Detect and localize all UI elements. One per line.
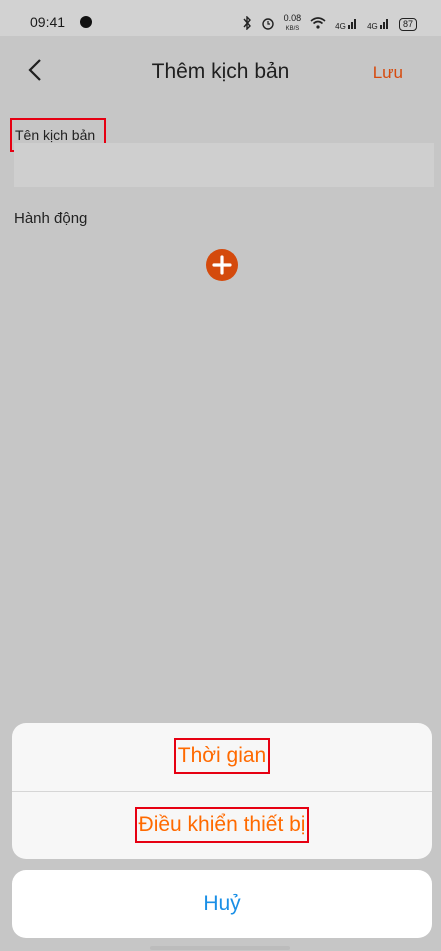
action-label: Hành động: [14, 210, 88, 227]
status-time: 09:41: [30, 14, 66, 30]
battery-icon: 87: [398, 17, 417, 31]
sheet-option-time[interactable]: Thời gian: [12, 723, 432, 791]
signal-icon-1: 4G: [335, 17, 358, 31]
sheet-option-time-label: Thời gian: [173, 738, 271, 774]
net-speed-unit: KB/S: [285, 26, 300, 32]
status-icons: 0.08 KB/S 4G 4G 87: [242, 14, 417, 34]
sheet-option-device-control[interactable]: Điều khiển thiết bị: [12, 791, 432, 859]
scenario-name-input[interactable]: [14, 143, 434, 187]
add-action-button[interactable]: [206, 249, 238, 281]
wifi-icon: [310, 16, 326, 32]
net-speed: 0.08 KB/S: [284, 14, 302, 34]
app-bar: Thêm kịch bản Lưu: [0, 36, 441, 106]
net-speed-value: 0.08: [283, 13, 302, 23]
net-type-1: 4G: [335, 22, 346, 31]
messenger-icon: [80, 16, 92, 28]
sheet-option-device-control-label: Điều khiển thiết bị: [134, 807, 310, 843]
signal-icon-2: 4G: [367, 17, 390, 31]
cancel-button[interactable]: Huỷ: [12, 870, 432, 938]
net-type-2: 4G: [367, 22, 378, 31]
bluetooth-icon: [242, 14, 252, 33]
plus-icon: [212, 255, 232, 275]
status-bar: 09:41 0.08 KB/S 4G 4G 87: [0, 0, 441, 36]
action-sheet: Thời gian Điều khiển thiết bị: [12, 723, 432, 859]
home-indicator: [150, 946, 290, 950]
alarm-icon: [261, 16, 275, 33]
save-button[interactable]: Lưu: [373, 63, 403, 83]
